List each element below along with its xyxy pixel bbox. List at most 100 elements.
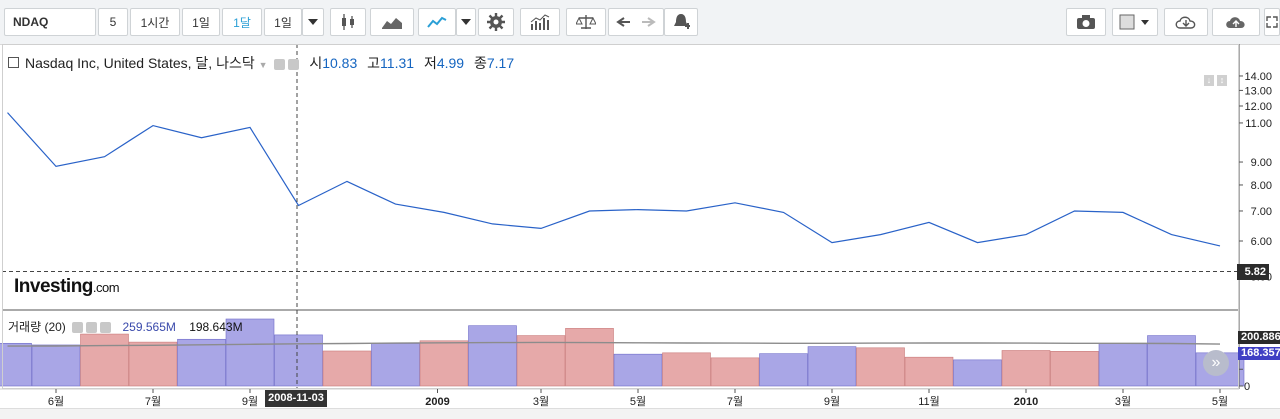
volume-ma-value: 198.643M (189, 320, 242, 334)
volume-bar (1051, 351, 1099, 386)
line-chart-icon[interactable] (418, 8, 456, 36)
volume-legend: 거래량 (20) 259.565M 198.643M (8, 318, 243, 335)
price-tick-label: 6.00 (1251, 236, 1272, 248)
open-label: 시 (309, 55, 322, 71)
price-tick-label: 9.00 (1251, 157, 1272, 169)
price-tick-label: 8.00 (1251, 180, 1272, 192)
collapse-icon[interactable] (8, 57, 19, 68)
scroll-right-button[interactable]: » (1203, 350, 1229, 376)
volume-bar (469, 326, 517, 386)
price-line (8, 113, 1221, 246)
eye-icon[interactable] (274, 59, 285, 70)
time-tick-label: 9월 (824, 395, 840, 408)
time-tick-label: 6월 (48, 395, 64, 408)
undo-icon (618, 18, 630, 26)
time-tick-label: 5월 (1212, 395, 1228, 408)
volume-eye-icon[interactable] (72, 322, 83, 333)
volume-bar (614, 354, 662, 386)
volume-bar (566, 328, 614, 386)
chart-type-dropdown-icon[interactable] (456, 8, 476, 36)
add-alert-icon[interactable] (664, 8, 698, 36)
interval-1h[interactable]: 1시간 (130, 8, 180, 36)
fullscreen-icon[interactable] (1264, 8, 1280, 36)
time-tick-label: 9월 (242, 395, 258, 408)
volume-legend-label: 거래량 (20) (8, 320, 66, 334)
price-tick-label: 11.00 (1245, 118, 1272, 130)
cloud-download-icon[interactable] (1164, 8, 1208, 36)
symbol-input[interactable]: NDAQ (4, 8, 96, 36)
legend-settings-icon[interactable] (288, 59, 299, 70)
volume-bar (1002, 350, 1050, 386)
price-scale-buttons: ↓↕ (1204, 70, 1230, 88)
legend-dropdown-icon[interactable]: ▼ (259, 60, 268, 70)
close-label: 종 (474, 55, 487, 71)
logo-suffix: .com (93, 280, 119, 295)
price-tick-label: 12.00 (1244, 101, 1272, 113)
volume-bar (420, 341, 468, 386)
investing-logo: Investing.com (14, 276, 119, 298)
time-tick-label: 7월 (727, 395, 743, 408)
price-tick-label: 13.00 (1244, 85, 1272, 97)
interval-5[interactable]: 5 (98, 8, 128, 36)
time-tick-label: 7월 (145, 395, 161, 408)
time-axis: 6월 7월 9월 2009 3월 5월 7월 9월 11월 2010 3월 5월 (48, 389, 1228, 408)
volume-bar (32, 345, 80, 386)
volume-value: 259.565M (122, 320, 175, 334)
volume-settings-icon[interactable] (86, 322, 97, 333)
interval-dropdown-icon[interactable] (302, 8, 324, 36)
low-value: 4.99 (437, 55, 464, 71)
mountain-chart-icon[interactable] (370, 8, 414, 36)
scale-down-icon[interactable]: ↓ (1204, 75, 1214, 86)
chart-toolbar: NDAQ 5 1시간 1일 1달 1일 (0, 0, 1280, 45)
volume-bar (323, 351, 371, 386)
volume-bar (1099, 344, 1147, 386)
time-tick-label: 2009 (425, 396, 449, 408)
volume-bar (760, 354, 808, 386)
time-tick-label: 3월 (533, 395, 549, 408)
volume-bar (81, 334, 129, 386)
volume-bar (372, 343, 420, 386)
volume-bar (711, 358, 759, 386)
interval-1d[interactable]: 1일 (182, 8, 220, 36)
low-label: 저 (424, 55, 437, 71)
high-label: 고 (367, 55, 380, 71)
volume-bar (808, 347, 856, 386)
price-series (7, 113, 1220, 246)
price-tick-label: 7.00 (1251, 206, 1272, 218)
square-style-icon[interactable] (1112, 8, 1158, 36)
volume-ma-badge: 200.886 (1238, 331, 1280, 344)
volume-bar (905, 357, 953, 386)
crosshair-date-label: 2008-11-03 (265, 390, 327, 407)
volume-badge: 168.357 (1238, 347, 1280, 360)
chart-canvas[interactable]: 5.006.007.008.009.0011.0012.0013.0014.00… (0, 44, 1280, 418)
legend-title: Nasdaq Inc, United States, 달, 나스닥 (25, 55, 255, 71)
price-legend: Nasdaq Inc, United States, 달, 나스닥 ▼ 시10.… (8, 53, 514, 73)
price-tick-label: 14.00 (1244, 71, 1272, 83)
volume-bar (129, 342, 177, 386)
cloud-upload-icon[interactable] (1212, 8, 1260, 36)
settings-gear-icon[interactable] (478, 8, 514, 36)
volume-bar (0, 343, 32, 386)
compare-scale-icon[interactable] (566, 8, 606, 36)
volume-bar (954, 360, 1002, 386)
scale-up-icon[interactable]: ↕ (1217, 75, 1227, 86)
candlestick-icon[interactable] (330, 8, 366, 36)
redo-icon (642, 18, 654, 26)
volume-tick-label: 0 (1244, 381, 1250, 393)
volume-bar (178, 339, 226, 386)
logo-main: Investing (14, 276, 93, 297)
open-value: 10.83 (322, 55, 357, 71)
time-tick-label: 11월 (918, 395, 940, 408)
bottom-strip (0, 408, 1280, 419)
time-tick-label: 5월 (630, 395, 646, 408)
volume-close-icon[interactable] (100, 322, 111, 333)
volume-bar (275, 335, 323, 386)
time-tick-label: 3월 (1115, 395, 1131, 408)
indicators-icon[interactable] (520, 8, 560, 36)
interval-1m[interactable]: 1달 (222, 8, 262, 36)
interval-1d-dropdown[interactable]: 1일 (264, 8, 302, 36)
time-tick-label: 2010 (1014, 396, 1038, 408)
volume-bar (857, 348, 905, 386)
volume-bar (663, 353, 711, 386)
camera-icon[interactable] (1066, 8, 1106, 36)
